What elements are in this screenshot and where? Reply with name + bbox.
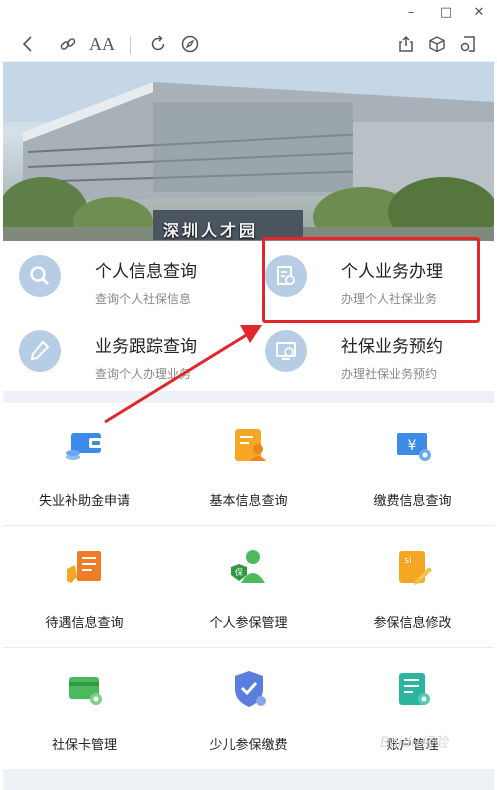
service-label: 基本信息查询 [209,494,288,509]
service-item-benefits-info[interactable]: 待遇信息查询 [3,525,166,647]
quick-item-subtitle: 查询个人办理业务 [95,367,192,381]
quick-item-title: 业务跟踪查询 [95,337,197,357]
share-icon[interactable] [394,32,418,56]
wallet-icon [66,433,103,460]
mini-window-icon[interactable] [456,32,480,56]
service-label: 待遇信息查询 [45,616,124,631]
service-item-unemployment[interactable]: 失业补助金申请 [3,403,166,525]
browser-toolbar: AA [0,26,497,62]
toolbar-separator [130,36,131,54]
service-item-basic-info[interactable]: 基本信息查询 [167,403,330,525]
quick-item-appointment[interactable]: 社保业务预约 办理社保业务预约 [249,316,494,391]
svg-text:si: si [404,556,411,566]
cube-icon[interactable] [425,32,449,56]
service-item-payment-info[interactable]: ¥ 缴费信息查询 [331,403,494,525]
insured-person-icon: 保 [231,550,265,583]
bottom-bar [3,769,494,790]
service-grid: 失业补助金申请 基本信息查询 ¥ 缴费信息查询 待遇信息查询 保 个人参保管理 … [3,403,494,769]
compass-icon[interactable] [178,32,202,56]
font-size-icon[interactable]: AA [89,32,115,56]
minimize-icon[interactable]: – [402,4,420,22]
quick-item-subtitle: 办理社保业务预约 [341,367,438,381]
svg-text:保: 保 [235,567,243,577]
highlight-box [262,237,480,323]
back-icon[interactable] [16,32,40,56]
hand-list-icon [67,551,101,583]
quick-item-personal-info[interactable]: 个人信息查询 查询个人社保信息 [3,241,248,316]
link-icon[interactable] [56,32,80,56]
service-label: 个人参保管理 [209,616,288,631]
service-label: 参保信息修改 [373,616,452,631]
shield-check-icon [235,671,266,707]
search-icon [19,255,61,297]
grid-divider [3,525,494,526]
grid-divider [3,647,494,648]
maximize-icon[interactable]: □ [437,4,455,22]
service-label: 社保卡管理 [51,738,117,753]
quick-item-tracking[interactable]: 业务跟踪查询 查询个人办理业务 [3,316,248,391]
service-item-children-payment[interactable]: 少儿参保缴费 [167,647,330,769]
section-divider [3,391,494,403]
service-item-insurance-edit[interactable]: si 参保信息修改 [331,525,494,647]
refresh-icon[interactable] [146,32,170,56]
person-card-icon [235,429,266,461]
service-label: 少儿参保缴费 [209,738,288,753]
service-label: 失业补助金申请 [38,494,130,509]
service-label: 缴费信息查询 [373,494,452,509]
yuan-ticket-icon: ¥ [397,433,431,461]
banner-sign-text: 深圳人才园 [163,221,259,240]
service-item-card-mgmt[interactable]: 社保卡管理 [3,647,166,769]
si-edit-icon: si [399,551,432,585]
pencil-icon [19,330,61,372]
banner-image: 深圳人才园 [3,62,494,241]
card-gear-icon [69,677,102,705]
quick-item-subtitle: 查询个人社保信息 [95,292,192,306]
font-size-label: AA [89,33,115,54]
watermark: Baidu经验 [380,735,448,751]
window-titlebar: – □ ✕ [0,0,497,26]
quick-item-title: 个人信息查询 [95,262,197,282]
svg-text:¥: ¥ [408,438,417,454]
service-item-insurance-mgmt[interactable]: 保 个人参保管理 [167,525,330,647]
monitor-clock-icon [265,330,307,372]
quick-item-title: 社保业务预约 [341,337,443,357]
close-icon[interactable]: ✕ [470,4,488,22]
account-gear-icon [399,673,430,705]
